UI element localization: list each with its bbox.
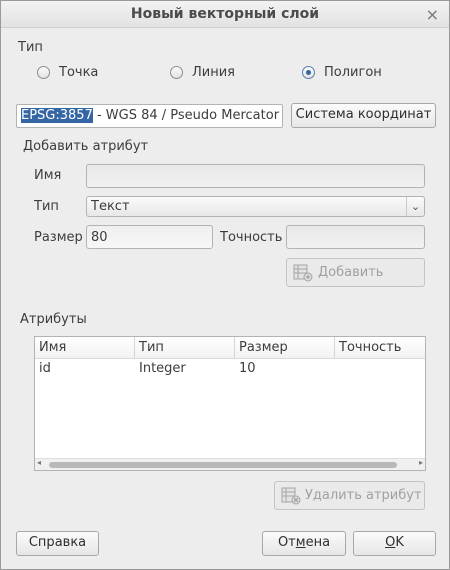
new-vector-layer-dialog: Новый векторный слой × Тип Точка Линия П… [0, 0, 450, 570]
radio-polygon-indicator[interactable] [302, 66, 315, 79]
table-cell: 10 [239, 361, 256, 376]
title-bar[interactable]: Новый векторный слой × [1, 1, 449, 28]
column-header-size[interactable]: Размер [235, 337, 335, 359]
precision-input[interactable] [286, 225, 425, 249]
cancel-label-prefix: От [277, 535, 296, 550]
column-header-type[interactable]: Тип [135, 337, 235, 359]
cancel-label-mnemonic: м [295, 535, 306, 550]
add-attribute-label: Добавить атрибут [23, 139, 149, 154]
size-label: Размер [34, 230, 83, 245]
radio-line-label: Линия [192, 65, 235, 80]
add-attribute-button[interactable]: Добавить [286, 258, 425, 287]
ok-button[interactable]: OK [353, 531, 436, 556]
close-icon[interactable]: × [426, 5, 439, 24]
add-attribute-button-label: Добавить [318, 265, 384, 280]
column-header-precision[interactable]: Точность [335, 337, 425, 359]
crs-description: - WGS 84 / Pseudo Mercator [92, 108, 280, 123]
column-header-name[interactable]: Имя [35, 337, 135, 359]
name-input[interactable] [86, 164, 425, 188]
name-label: Имя [34, 168, 62, 183]
table-row[interactable]: id Integer 10 [35, 359, 425, 381]
radio-polygon-label: Полигон [324, 65, 382, 80]
crs-code: EPSG:3857 [21, 108, 93, 123]
type-select[interactable]: Текст ⌄ [86, 196, 425, 217]
table-cell: id [39, 361, 51, 376]
attributes-label: Атрибуты [20, 312, 87, 327]
type-select-value: Текст [91, 199, 130, 214]
add-field-icon [293, 264, 313, 282]
size-input[interactable]: 80 [86, 225, 213, 249]
delete-field-icon [281, 487, 301, 505]
cancel-button[interactable]: Отмена [262, 531, 346, 556]
type-label: Тип [34, 199, 59, 214]
ok-label-suffix: K [395, 535, 404, 550]
precision-label: Точность [220, 230, 283, 245]
chevron-down-icon[interactable]: ⌄ [406, 197, 424, 216]
horizontal-scrollbar[interactable]: ◂ ▸ [35, 458, 425, 470]
radio-line-indicator[interactable] [170, 66, 183, 79]
radio-line[interactable]: Линия [170, 65, 280, 83]
attributes-table[interactable]: Имя Тип Размер Точность id Integer 10 ◂ … [34, 336, 426, 471]
help-button[interactable]: Справка [16, 531, 99, 556]
table-cell: Integer [139, 361, 186, 376]
radio-point[interactable]: Точка [37, 65, 147, 83]
dialog-title: Новый векторный слой [130, 6, 320, 22]
delete-attribute-button-label: Удалить атрибут [305, 488, 422, 503]
scroll-left-icon[interactable]: ◂ [37, 458, 41, 467]
radio-point-indicator[interactable] [37, 66, 50, 79]
select-crs-button[interactable]: Система координат [291, 103, 436, 128]
radio-polygon[interactable]: Полигон [302, 65, 412, 83]
scroll-right-icon[interactable]: ▸ [419, 458, 423, 467]
delete-attribute-button[interactable]: Удалить атрибут [274, 481, 425, 510]
radio-point-label: Точка [59, 65, 99, 80]
ok-label-mnemonic: O [385, 535, 396, 550]
crs-field[interactable]: EPSG:3857 - WGS 84 / Pseudo Mercator [16, 104, 283, 128]
size-input-value: 80 [91, 230, 108, 245]
type-group-label: Тип [18, 40, 43, 55]
scrollbar-thumb[interactable] [49, 462, 397, 468]
cancel-label-suffix: ена [305, 535, 331, 550]
